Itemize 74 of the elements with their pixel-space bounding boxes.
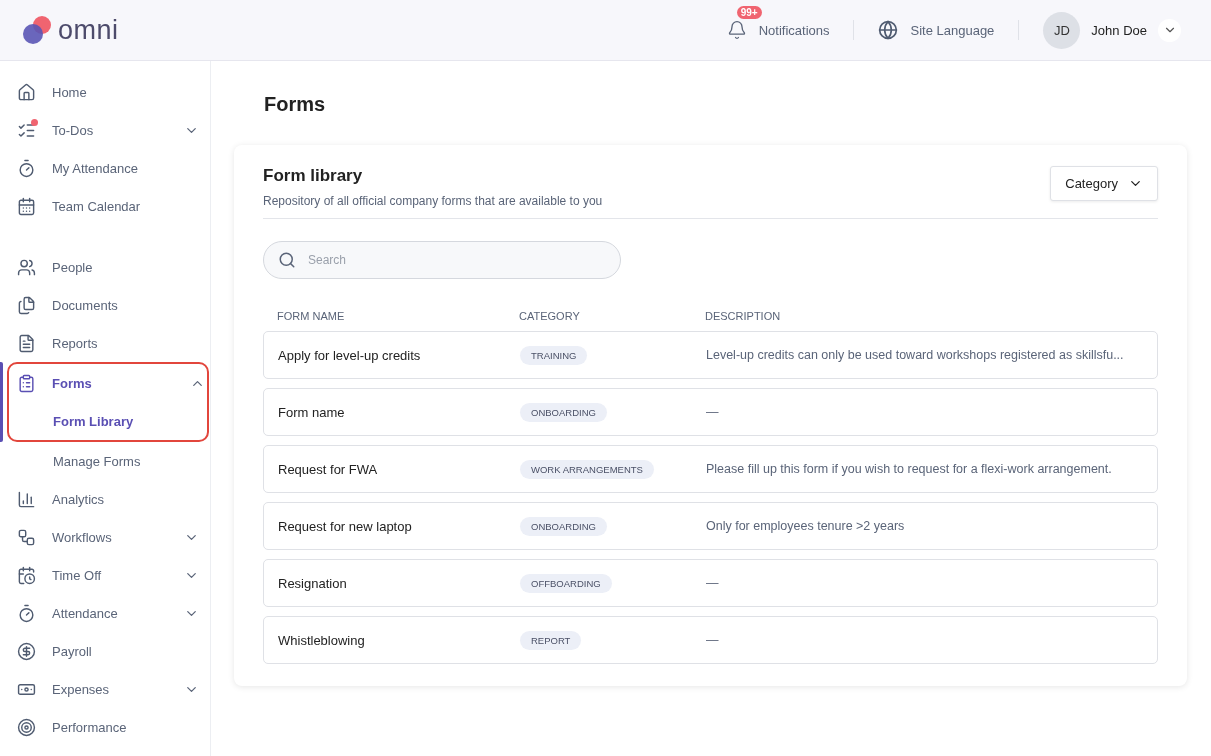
sidebar-subitem[interactable]: Manage Forms [0,442,210,480]
sidebar-item[interactable]: Attendance [0,594,210,632]
home-icon [17,82,36,102]
logo-icon [20,15,54,45]
category-tag: ONBOARDING [520,516,607,536]
avatar: JD [1043,11,1081,49]
form-name: Request for FWA [278,461,379,477]
sidebar-item[interactable]: To-Dos [0,111,210,149]
category-dropdown[interactable]: Category [1050,166,1158,201]
calendar-clock-icon [17,565,36,585]
form-description: — [706,633,720,647]
sidebar-item[interactable]: Time Off [0,556,210,594]
sidebar-item[interactable]: Home [0,73,210,111]
page-title: Forms [264,93,327,116]
chevron-down-icon [1158,18,1181,42]
column-header: CATEGORY [519,310,581,322]
column-header: FORM NAME [277,310,346,322]
form-name: Resignation [278,575,348,591]
form-row[interactable]: Resignation OFFBOARDING — [263,559,1158,607]
sidebar-subitem[interactable]: Form Library [9,402,207,440]
form-name: Apply for level-up credits [278,347,422,363]
documents-icon [17,295,36,315]
column-header: DESCRIPTION [705,310,782,322]
target-icon [17,717,36,737]
stopwatch-icon [17,158,36,178]
category-tag: ONBOARDING [520,402,607,422]
form-row[interactable]: Apply for level-up credits TRAINING Level-up credits can only be used toward workshops registered as skillsfu... [263,331,1158,379]
sidebar-item[interactable]: Expenses [0,670,210,708]
form-description: Level-up credits can only be used toward workshops registered as skillsfu... [706,348,1125,362]
clipboard-icon [17,373,36,393]
flowchart-icon [17,527,36,547]
form-name: Whistleblowing [278,632,366,648]
logo-text: omni [58,14,119,46]
form-description: Only for employees tenure >2 years [706,519,906,533]
form-description: — [706,576,720,590]
sidebar-item[interactable]: Documents [0,286,210,324]
notification-badge: 99+ [736,6,762,19]
bell-icon [726,20,747,40]
sidebar-item[interactable]: Forms [9,364,207,402]
user-menu[interactable]: JD John Doe [1019,11,1181,49]
category-tag: OFFBOARDING [520,573,612,593]
category-tag: REPORT [520,630,582,650]
sidebar-item[interactable]: Workflows [0,518,210,556]
form-description: Please fill up this form if you wish to request for a flexi-work arrangement. [706,462,1113,476]
globe-icon [878,20,899,40]
search-icon [278,251,296,269]
form-name: Form name [278,404,346,420]
people-icon [17,257,36,277]
calendar-icon [17,196,36,216]
user-name: John Doe [1091,22,1147,38]
stopwatch-icon [17,603,36,623]
sidebar-item[interactable]: Payroll [0,632,210,670]
sidebar-item[interactable]: My Attendance [0,149,210,187]
card-subtitle: Repository of all official company forms that are available to you [263,194,603,208]
form-description: — [706,405,720,419]
dollar-icon [17,641,36,661]
form-row[interactable]: Form name ONBOARDING — [263,388,1158,436]
bar-chart-icon [17,489,36,509]
form-row[interactable]: Request for new laptop ONBOARDING Only for employees tenure >2 years [263,502,1158,550]
category-tag: TRAINING [520,345,588,365]
site-language-button[interactable]: Site Language [854,20,1019,40]
checklist-icon [17,120,36,140]
sidebar-item[interactable]: People [0,248,210,286]
card-title: Form library [263,166,364,186]
document-icon [17,333,36,353]
sidebar-item[interactable]: Reports [0,324,210,362]
sidebar-item[interactable]: Team Calendar [0,187,210,225]
sidebar-item[interactable]: Performance [0,708,210,746]
form-row[interactable]: Whistleblowing REPORT — [263,616,1158,664]
sidebar-item[interactable]: Analytics [0,480,210,518]
category-tag: WORK ARRANGEMENTS [520,459,654,479]
form-name: Request for new laptop [278,518,413,534]
search-field[interactable]: Search [263,241,621,279]
form-row[interactable]: Request for FWA WORK ARRANGEMENTS Please fill up this form if you wish to request for a flexi-work arrangement. [263,445,1158,493]
